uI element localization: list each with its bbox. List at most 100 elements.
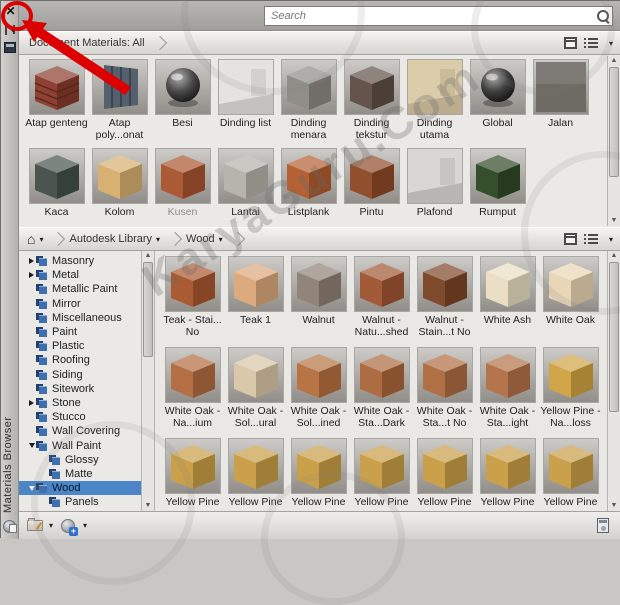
tree-item-metallic-paint[interactable]: Metallic Paint: [19, 282, 141, 296]
tree-item-siding[interactable]: Siding: [19, 368, 141, 382]
material-item-yellow-pine[interactable]: Yellow Pine: [350, 438, 413, 508]
chevron-down-icon[interactable]: ▾: [609, 235, 613, 244]
material-item-plafond[interactable]: Plafond: [403, 148, 466, 218]
tree-item-glossy[interactable]: Glossy: [19, 453, 141, 467]
tree-item-wall-paint[interactable]: Wall Paint: [19, 438, 141, 452]
tree-item-metal[interactable]: Metal: [19, 268, 141, 282]
chevron-right-icon: [231, 232, 245, 246]
scrollbar-thumb[interactable]: [609, 262, 619, 412]
material-item-yellow-pine[interactable]: Yellow Pine: [539, 438, 602, 508]
document-grid-scrollbar[interactable]: ▲ ▼: [607, 56, 620, 226]
chevron-down-icon[interactable]: ▾: [39, 235, 43, 244]
material-item-dinding-list[interactable]: Dinding list: [214, 59, 277, 141]
material-item-atap-poly-onat[interactable]: Atap poly...onat: [88, 59, 151, 141]
tree-expander-icon[interactable]: [27, 486, 36, 491]
material-item-yellow-pine[interactable]: Yellow Pine: [161, 438, 224, 508]
material-item-kolom[interactable]: Kolom: [88, 148, 151, 218]
tree-item-miscellaneous[interactable]: Miscellaneous: [19, 311, 141, 325]
material-item-lantai[interactable]: Lantai: [214, 148, 277, 218]
material-item-white-oak-sol-ural[interactable]: White Oak - Sol...ural: [224, 347, 287, 429]
chevron-down-icon[interactable]: ▾: [609, 39, 613, 48]
tree-item-stone[interactable]: Stone: [19, 396, 141, 410]
material-item-white-oak-na-ium[interactable]: White Oak - Na...ium: [161, 347, 224, 429]
material-item-rumput[interactable]: Rumput: [466, 148, 529, 218]
tree-item-plastic[interactable]: Plastic: [19, 339, 141, 353]
material-item-teak-stai-no[interactable]: Teak - Stai... No: [161, 256, 224, 338]
create-material-button[interactable]: ▾: [61, 519, 87, 533]
material-item-kusen[interactable]: Kusen: [151, 148, 214, 218]
material-item-dinding-utama[interactable]: Dinding utama: [403, 59, 466, 141]
tree-expander-icon[interactable]: [27, 258, 36, 264]
material-item-white-oak[interactable]: White Oak: [539, 256, 602, 338]
tree-item-matte[interactable]: Matte: [19, 467, 141, 481]
material-item-white-oak-sta-t-no[interactable]: White Oak - Sta...t No: [413, 347, 476, 429]
home-icon[interactable]: ⌂: [27, 233, 35, 245]
material-item-yellow-pine[interactable]: Yellow Pine: [287, 438, 350, 508]
scroll-down-icon[interactable]: ▼: [142, 501, 154, 511]
scrollbar-thumb[interactable]: [143, 262, 153, 357]
scrollbar-thumb[interactable]: [609, 67, 619, 177]
tree-item-stucco[interactable]: Stucco: [19, 410, 141, 424]
folder-icon: [49, 469, 61, 479]
material-item-besi[interactable]: Besi: [151, 59, 214, 141]
material-thumbnail: [417, 256, 473, 312]
material-item-yellow-pine-na-loss[interactable]: Yellow Pine - Na...loss: [539, 347, 602, 429]
material-item-yellow-pine[interactable]: Yellow Pine: [413, 438, 476, 508]
scroll-down-icon[interactable]: ▼: [608, 501, 620, 511]
tree-item-mirror[interactable]: Mirror: [19, 297, 141, 311]
tree-scrollbar[interactable]: ▲ ▼: [141, 251, 154, 511]
material-item-yellow-pine[interactable]: Yellow Pine: [476, 438, 539, 508]
tree-item-paint[interactable]: Paint: [19, 325, 141, 339]
material-item-atap-genteng[interactable]: Atap genteng: [25, 59, 88, 141]
library-grid-scrollbar[interactable]: ▲ ▼: [607, 251, 620, 511]
tree-item-wall-covering[interactable]: Wall Covering: [19, 424, 141, 438]
view-options-button[interactable]: [584, 38, 598, 49]
view-options-button[interactable]: [584, 234, 598, 245]
document-materials-label[interactable]: Document Materials: All: [19, 37, 145, 49]
material-item-global[interactable]: Global: [466, 59, 529, 141]
material-item-walnut-natu-shed[interactable]: Walnut - Natu...shed: [350, 256, 413, 338]
tree-item-roofing[interactable]: Roofing: [19, 353, 141, 367]
material-item-white-oak-sol-ined[interactable]: White Oak - Sol...ined: [287, 347, 350, 429]
material-label: Dinding tekstur: [340, 117, 403, 141]
tree-item-panels[interactable]: Panels: [19, 495, 141, 509]
material-item-jalan[interactable]: Jalan: [529, 59, 592, 141]
material-item-teak-1[interactable]: Teak 1: [224, 256, 287, 338]
material-item-yellow-pine[interactable]: Yellow Pine: [224, 438, 287, 508]
scroll-up-icon[interactable]: ▲: [142, 251, 154, 261]
close-button[interactable]: ✕: [3, 4, 18, 19]
material-editor-toggle-button[interactable]: [597, 518, 609, 533]
material-item-walnut[interactable]: Walnut: [287, 256, 350, 338]
breadcrumb-library[interactable]: Autodesk Library: [69, 233, 152, 245]
scroll-up-icon[interactable]: ▲: [608, 251, 620, 261]
material-item-listplank[interactable]: Listplank: [277, 148, 340, 218]
material-item-white-oak-sta-ight[interactable]: White Oak - Sta...ight: [476, 347, 539, 429]
material-item-white-ash[interactable]: White Ash: [476, 256, 539, 338]
chevron-down-icon[interactable]: ▾: [156, 235, 160, 244]
tree-expander-icon[interactable]: [27, 400, 36, 406]
material-item-white-oak-sta-dark[interactable]: White Oak - Sta...Dark: [350, 347, 413, 429]
material-item-dinding-menara[interactable]: Dinding menara: [277, 59, 340, 141]
panel-toggle-button[interactable]: [564, 233, 577, 245]
chevron-down-icon[interactable]: ▾: [219, 235, 223, 244]
material-item-pintu[interactable]: Pintu: [340, 148, 403, 218]
manage-library-button[interactable]: ▾: [27, 520, 53, 531]
auto-hide-icon[interactable]: [4, 23, 16, 36]
panel-toggle-button[interactable]: [564, 37, 577, 49]
tree-expander-icon[interactable]: [27, 443, 36, 448]
material-item-walnut-stain-t-no[interactable]: Walnut - Stain...t No: [413, 256, 476, 338]
tree-item-wood[interactable]: Wood: [19, 481, 141, 495]
material-item-kaca[interactable]: Kaca: [25, 148, 88, 218]
search-icon[interactable]: [597, 10, 609, 22]
scroll-down-icon[interactable]: ▼: [608, 216, 620, 226]
material-thumbnail: [354, 438, 410, 494]
breadcrumb-category[interactable]: Wood: [186, 233, 215, 245]
scroll-up-icon[interactable]: ▲: [608, 56, 620, 66]
material-item-dinding-tekstur[interactable]: Dinding tekstur: [340, 59, 403, 141]
properties-icon[interactable]: [4, 42, 16, 53]
tree-item-masonry[interactable]: Masonry: [19, 254, 141, 268]
tree-expander-icon[interactable]: [27, 272, 36, 278]
tree-item-sitework[interactable]: Sitework: [19, 382, 141, 396]
material-thumbnail: [480, 347, 536, 403]
search-input[interactable]: [264, 6, 613, 26]
